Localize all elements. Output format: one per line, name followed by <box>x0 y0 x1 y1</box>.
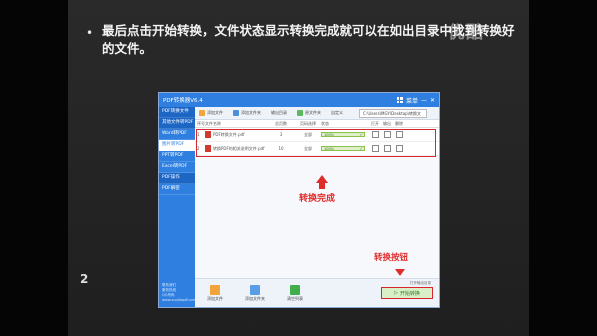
clear-icon <box>290 284 300 295</box>
original-dir-label: 原文件夹 <box>305 110 321 115</box>
add-folder-button[interactable]: 添加文件夹 <box>233 110 261 116</box>
original-dir-radio[interactable]: 原文件夹 <box>297 110 321 116</box>
left-black-bar <box>0 0 68 336</box>
sidebar: PDF转换文件 其他文件转PDF Word转PDF 图片转PDF PPT转PDF… <box>159 107 196 307</box>
bottom-add-folder-button[interactable]: 添加文件夹 <box>235 284 275 302</box>
col-index: 序号 <box>197 120 205 126</box>
col-name: 文件名称 <box>205 120 221 126</box>
annotation-done: 转换完成 <box>299 194 336 204</box>
add-file-button[interactable]: 添加文件 <box>199 110 223 116</box>
pdf-converter-window: PDF转换器V6.4 菜单 — ✕ PDF转换文件 其他文件转PDF Word转… <box>158 92 440 308</box>
watermark: 优酷 <box>448 23 484 42</box>
annotation-start-button: 转换按钮 <box>374 253 409 263</box>
bottom-add-folder-label: 添加文件夹 <box>245 295 265 301</box>
table-header: 序号 文件名称 总页数 页码选择 状态 打开 输出 删除 <box>195 120 439 128</box>
col-range: 页码选择 <box>300 120 316 126</box>
col-output: 输出 <box>383 120 391 126</box>
add-folder-icon <box>250 284 260 295</box>
sidebar-item-word[interactable]: Word转PDF <box>159 129 195 140</box>
title-bar: PDF转换器V6.4 菜单 — ✕ <box>159 93 439 107</box>
sidebar-item-ppt[interactable]: PPT转PDF <box>159 151 195 162</box>
menu-grid-icon[interactable] <box>396 97 403 103</box>
sidebar-item-image[interactable]: 图片转PDF <box>159 140 195 151</box>
col-pages: 总页数 <box>275 120 287 126</box>
sidebar-item-excel[interactable]: Excel转PDF <box>159 162 195 173</box>
sidebar-footer: 联系我们 服务热线 QQ号码 www.xunjiepdf.com <box>162 283 196 303</box>
menu-label[interactable]: 菜单 <box>406 96 418 105</box>
down-arrow-icon <box>395 269 405 276</box>
add-file-icon <box>210 284 220 295</box>
close-icon[interactable]: ✕ <box>430 97 435 104</box>
play-icon: ▷ <box>394 290 398 296</box>
output-dir-label: 输出目录 <box>271 110 287 115</box>
bottom-add-file-label: 添加文件 <box>207 295 223 301</box>
arrow-stem <box>319 183 325 189</box>
col-open: 打开 <box>371 120 379 126</box>
start-convert-label: 开始转换 <box>399 290 420 297</box>
window-controls: 菜单 — ✕ <box>396 96 435 105</box>
minimize-icon[interactable]: — <box>421 97 427 104</box>
open-output-checkbox[interactable]: 打开输出目录 <box>410 281 431 286</box>
add-folder-label: 添加文件夹 <box>241 110 261 115</box>
bullet-dot: • <box>86 26 94 40</box>
radio-icon <box>297 110 303 116</box>
clear-list-label: 清空列表 <box>287 295 303 301</box>
bottom-add-file-button[interactable]: 添加文件 <box>195 284 235 302</box>
custom-dir-radio[interactable]: 自定义 <box>331 110 343 116</box>
top-toolbar: 添加文件 添加文件夹 输出目录 原文件夹 自定义 C:\Users\MGY\De… <box>195 107 439 120</box>
slide: • 最后点击开始转换，文件状态显示转换完成就可以在如出目录中找到转换好的文件。 … <box>68 0 529 336</box>
add-folder-icon <box>233 110 239 116</box>
sidebar-item-pdf-ops[interactable]: PDF操作 <box>159 173 195 184</box>
app-title: PDF转换器V6.4 <box>163 98 203 104</box>
start-convert-button[interactable]: ▷ 开始转换 <box>381 287 433 299</box>
sidebar-item-pdf-convert[interactable]: PDF转换文件 <box>159 107 195 118</box>
up-arrow-icon <box>316 175 328 183</box>
col-status: 状态 <box>321 120 329 126</box>
sidebar-item-decrypt[interactable]: PDF解密 <box>159 184 195 195</box>
sidebar-item-to-pdf[interactable]: 其他文件转PDF <box>159 118 195 129</box>
clear-list-button[interactable]: 清空列表 <box>275 284 315 302</box>
output-path-field[interactable]: C:\Users\MGY\Desktop\转换文 <box>359 108 427 118</box>
highlight-frame <box>196 129 436 157</box>
bottom-bar: 添加文件 添加文件夹 清空列表 打开输出目录 ▷ 开始转换 <box>195 278 439 307</box>
right-black-bar <box>529 0 597 336</box>
slide-number: 2 <box>80 272 89 286</box>
website-link[interactable]: www.xunjiepdf.com <box>162 298 196 303</box>
add-file-label: 添加文件 <box>207 110 223 115</box>
add-file-icon <box>199 110 205 116</box>
col-delete: 删除 <box>395 120 403 126</box>
custom-dir-label: 自定义 <box>331 110 343 115</box>
file-table: 序号 文件名称 总页数 页码选择 状态 打开 输出 删除 1 PDF转换文件.p… <box>195 120 439 157</box>
